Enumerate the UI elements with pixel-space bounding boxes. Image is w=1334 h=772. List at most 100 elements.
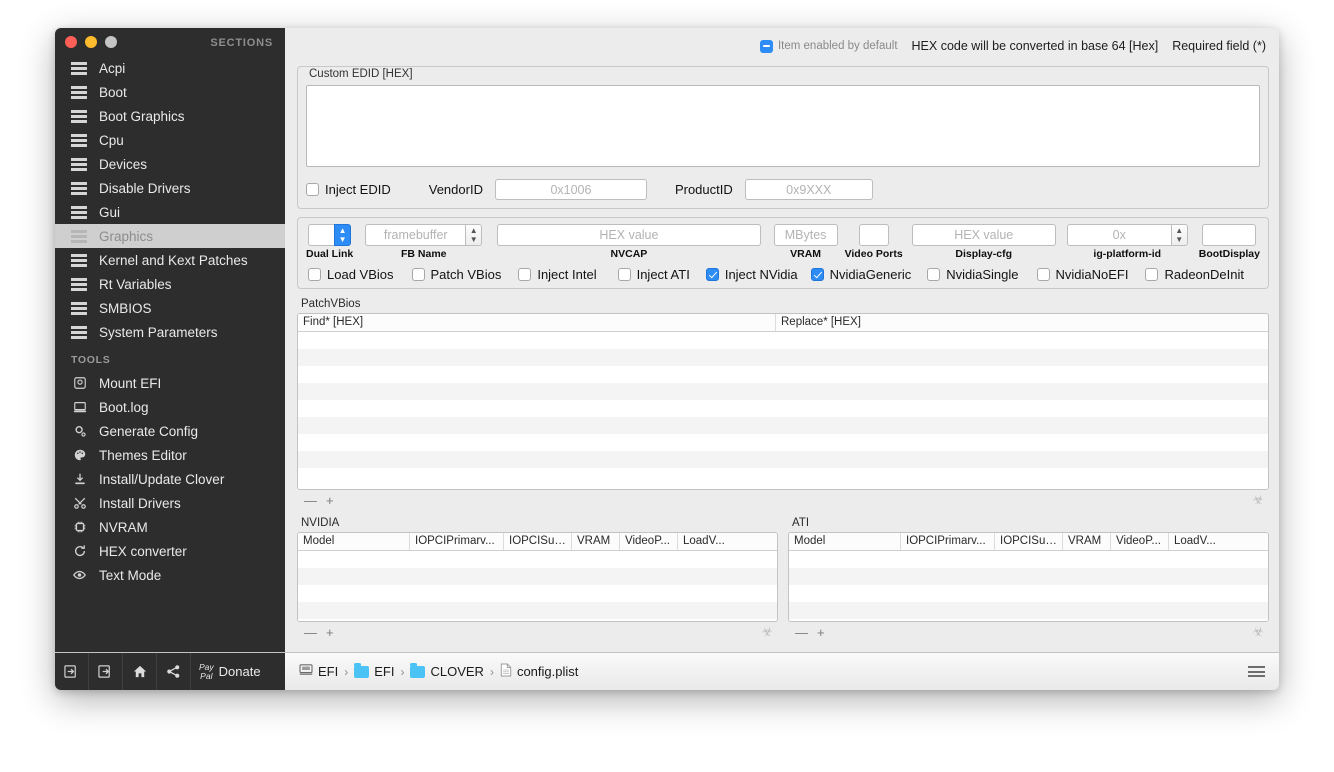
video-ports-input[interactable] — [858, 224, 889, 246]
sidebar-item-boot[interactable]: Boot — [55, 80, 285, 104]
breadcrumb-item[interactable]: CLOVER — [410, 663, 484, 679]
ati-add-remove[interactable]: — + — [795, 625, 825, 640]
sidebar-item-disable-drivers[interactable]: Disable Drivers — [55, 176, 285, 200]
column-header[interactable]: LoadV... — [678, 533, 777, 550]
minimize-button[interactable] — [85, 36, 97, 48]
display-cfg-input[interactable]: HEX value — [911, 224, 1056, 246]
fb-name-input[interactable]: framebuffer — [365, 224, 466, 246]
boot-display-input[interactable] — [1202, 224, 1257, 246]
table-row[interactable] — [789, 551, 1268, 568]
column-header[interactable]: IOPCISubD... — [995, 533, 1063, 550]
ig-platform-stepper-icon[interactable]: ▲ ▼ — [1170, 224, 1188, 246]
sidebar-item-graphics[interactable]: Graphics — [55, 224, 285, 248]
menu-icon[interactable] — [1248, 666, 1265, 677]
nvidia-table[interactable]: Model IOPCIPrimarv... IOPCISubD... VRAM Vide… — [297, 532, 778, 622]
table-row[interactable] — [298, 400, 1268, 417]
table-row[interactable] — [298, 585, 777, 602]
tools-item-themes-editor[interactable]: Themes Editor — [55, 443, 285, 467]
table-row[interactable] — [298, 349, 1268, 366]
ati-add-button[interactable]: + — [817, 625, 825, 640]
export-icon[interactable] — [89, 653, 123, 690]
checkbox-inject-intel[interactable]: Inject Intel — [518, 267, 597, 282]
close-button[interactable] — [65, 36, 77, 48]
column-header[interactable]: VRAM — [1063, 533, 1111, 550]
stepper-arrows-icon[interactable]: ▲ ▼ — [334, 224, 352, 246]
column-header[interactable]: IOPCIPrimarv... — [410, 533, 504, 550]
vram-input[interactable]: MBytes — [773, 224, 838, 246]
table-row[interactable] — [298, 417, 1268, 434]
checkbox-nvidiageneric[interactable]: NvidiaGeneric — [810, 267, 911, 282]
table-row[interactable] — [789, 568, 1268, 585]
dual-link-input[interactable] — [308, 224, 335, 246]
sidebar-item-cpu[interactable]: Cpu — [55, 128, 285, 152]
table-row[interactable] — [298, 332, 1268, 349]
table-row[interactable] — [298, 451, 1268, 468]
ig-platform-id-input[interactable]: 0x — [1066, 224, 1171, 246]
table-row[interactable] — [789, 585, 1268, 602]
column-header[interactable]: Model — [789, 533, 901, 550]
dual-link-stepper[interactable]: ▲ ▼ — [308, 224, 352, 246]
table-row[interactable] — [298, 468, 1268, 485]
sidebar-item-devices[interactable]: Devices — [55, 152, 285, 176]
table-row[interactable] — [298, 602, 777, 619]
checkbox-inject-ati[interactable]: Inject ATI — [617, 267, 690, 282]
ati-table[interactable]: Model IOPCIPrimarv... IOPCISubD... VRAM Vide… — [788, 532, 1269, 622]
column-header[interactable]: Model — [298, 533, 410, 550]
column-header[interactable]: VideoP... — [1111, 533, 1169, 550]
breadcrumb-item[interactable]: EFI — [299, 664, 338, 679]
checkbox-nvidianoefi[interactable]: NvidiaNoEFI — [1036, 267, 1128, 282]
productid-input[interactable]: 0x9XXX — [744, 179, 873, 200]
ati-remove-button[interactable]: — — [795, 625, 808, 640]
checkbox-inject-nvidia[interactable]: Inject NVidia — [705, 267, 798, 282]
grab-handle-icon[interactable]: ☣ — [1252, 492, 1264, 508]
table-row[interactable] — [789, 602, 1268, 619]
sidebar-item-system-parameters[interactable]: System Parameters — [55, 320, 285, 344]
patchvbios-table[interactable]: Find* [HEX] Replace* [HEX] — [297, 313, 1269, 490]
column-header[interactable]: VideoP... — [620, 533, 678, 550]
tools-item-install-drivers[interactable]: Install Drivers — [55, 491, 285, 515]
column-header[interactable]: Replace* [HEX] — [776, 314, 1268, 331]
table-row[interactable] — [298, 366, 1268, 383]
ig-platform-id-combo[interactable]: 0x ▲ ▼ — [1066, 224, 1188, 246]
column-header[interactable]: LoadV... — [1169, 533, 1268, 550]
fb-name-stepper-icon[interactable]: ▲ ▼ — [465, 224, 483, 246]
nvidia-add-remove[interactable]: — + — [304, 625, 334, 640]
patchvbios-add-remove[interactable]: — + — [304, 493, 334, 508]
checkbox-radeondeinit[interactable]: RadeonDeInit — [1145, 267, 1244, 282]
breadcrumb-item[interactable]: config.plist — [500, 663, 578, 680]
nvcap-input[interactable]: HEX value — [497, 224, 761, 246]
home-icon[interactable] — [123, 653, 157, 690]
sidebar-item-kernel-and-kext-patches[interactable]: Kernel and Kext Patches — [55, 248, 285, 272]
sidebar-item-gui[interactable]: Gui — [55, 200, 285, 224]
nvidia-add-button[interactable]: + — [326, 625, 334, 640]
grab-handle-icon[interactable]: ☣ — [1252, 624, 1264, 640]
patchvbios-add-button[interactable]: + — [326, 493, 334, 508]
checkbox-nvidiasingle[interactable]: NvidiaSingle — [927, 267, 1019, 282]
tools-item-boot-log[interactable]: Boot.log — [55, 395, 285, 419]
ati-rows[interactable] — [789, 551, 1268, 621]
custom-edid-textarea[interactable] — [306, 85, 1260, 167]
column-header[interactable]: VRAM — [572, 533, 620, 550]
table-row[interactable] — [298, 568, 777, 585]
sidebar-item-acpi[interactable]: Acpi — [55, 56, 285, 80]
tools-item-text-mode[interactable]: Text Mode — [55, 563, 285, 587]
checkbox-load-vbios[interactable]: Load VBios — [308, 267, 394, 282]
fb-name-combo[interactable]: framebuffer ▲ ▼ — [365, 224, 483, 246]
nvidia-remove-button[interactable]: — — [304, 625, 317, 640]
vendorid-input[interactable]: 0x1006 — [494, 179, 647, 200]
table-row[interactable] — [298, 551, 777, 568]
tools-item-install-update-clover[interactable]: Install/Update Clover — [55, 467, 285, 491]
nvidia-rows[interactable] — [298, 551, 777, 621]
share-icon[interactable] — [157, 653, 191, 690]
zoom-button[interactable] — [105, 36, 117, 48]
grab-handle-icon[interactable]: ☣ — [761, 624, 773, 640]
checkbox-patch-vbios[interactable]: Patch VBios — [411, 267, 501, 282]
column-header[interactable]: IOPCISubD... — [504, 533, 572, 550]
column-header[interactable]: Find* [HEX] — [298, 314, 776, 331]
breadcrumb-item[interactable]: EFI — [354, 663, 394, 679]
sidebar-item-rt-variables[interactable]: Rt Variables — [55, 272, 285, 296]
inject-edid-checkbox[interactable]: Inject EDID — [306, 182, 391, 197]
tools-item-mount-efi[interactable]: Mount EFI — [55, 371, 285, 395]
column-header[interactable]: IOPCIPrimarv... — [901, 533, 995, 550]
table-row[interactable] — [298, 434, 1268, 451]
